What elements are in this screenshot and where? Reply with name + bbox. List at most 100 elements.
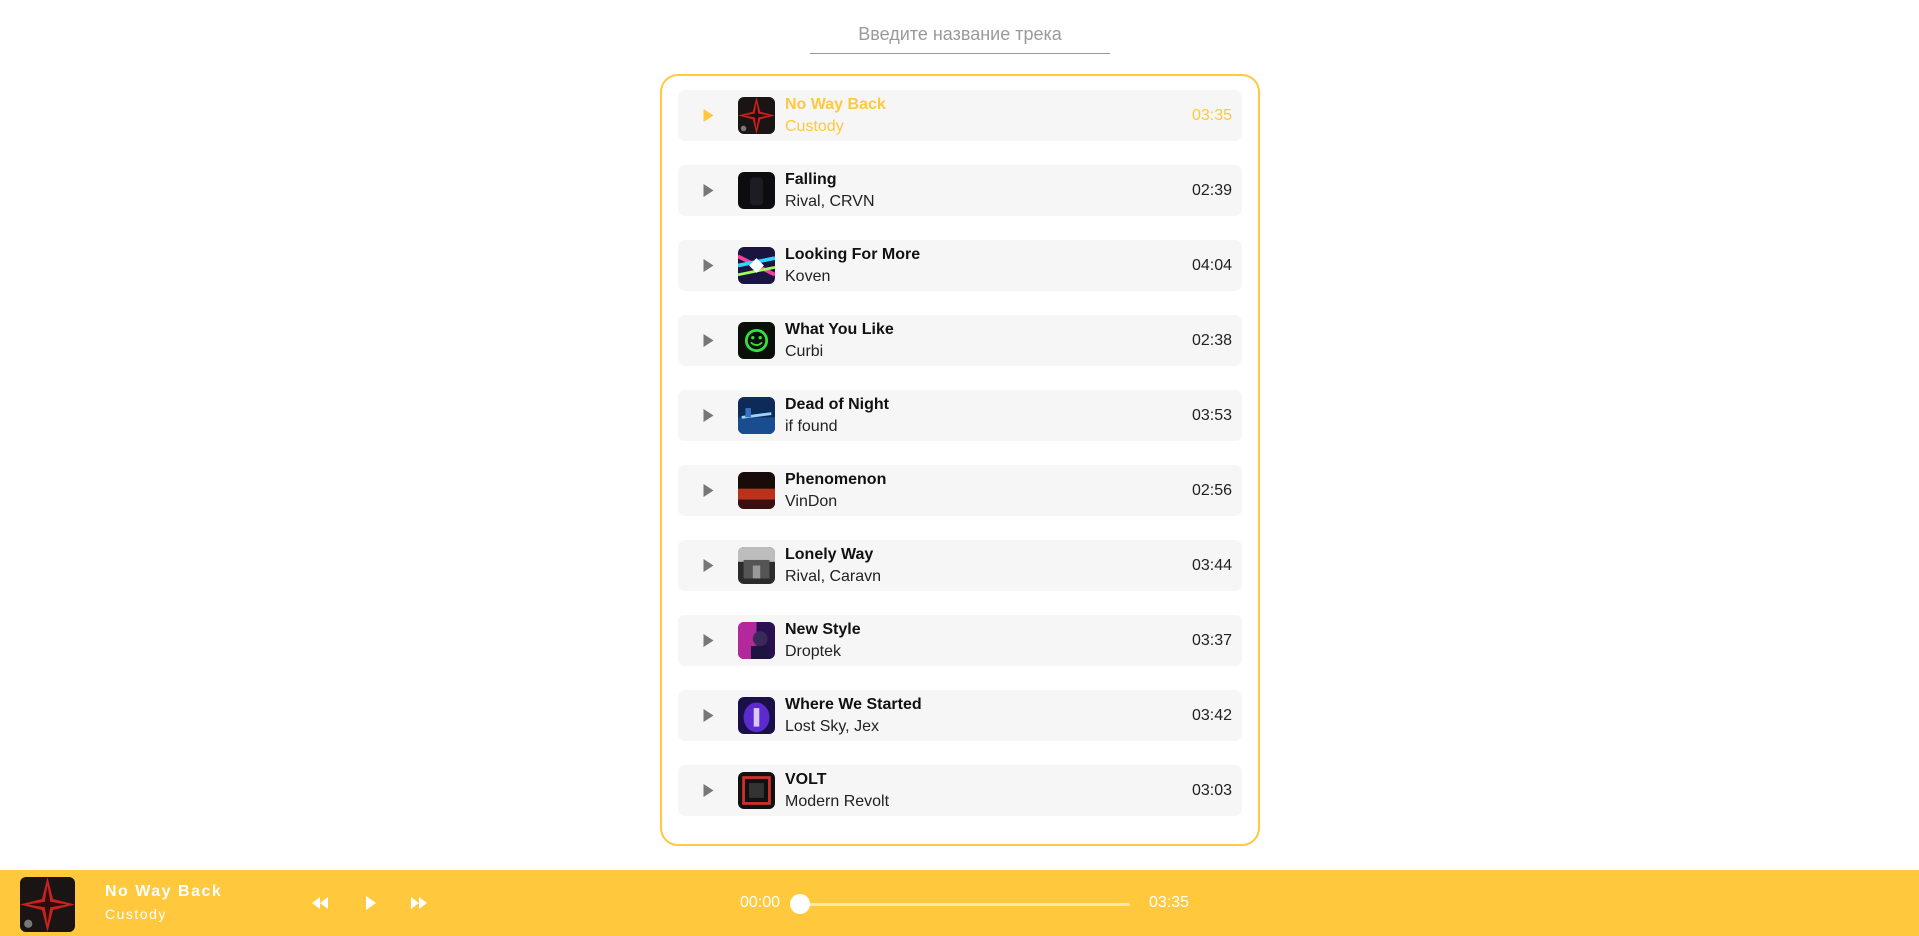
track-title: Dead of Night [785, 395, 889, 413]
track-artist: Rival, CRVN [785, 192, 875, 210]
purple-figure-cover-icon [738, 697, 775, 734]
track-row[interactable]: VOLT Modern Revolt 03:03 [678, 765, 1242, 816]
track-title: Phenomenon [785, 470, 887, 488]
track-title: New Style [785, 620, 861, 638]
play-icon [366, 896, 376, 910]
track-row[interactable]: New Style Droptek 03:37 [678, 615, 1242, 666]
track-info: What You Like Curbi [785, 319, 1192, 363]
dark-figure-cover-icon [738, 172, 775, 209]
track-row[interactable]: Where We Started Lost Sky, Jex 03:42 [678, 690, 1242, 741]
track-duration: 02:38 [1191, 331, 1232, 349]
track-artist: Rival, Caravn [785, 567, 882, 585]
fast-forward-icon [411, 897, 427, 909]
green-smiley-cover-icon [738, 322, 775, 359]
track-row[interactable]: No Way Back Custody 03:35 [678, 90, 1242, 141]
track-title: Looking For More [785, 245, 921, 263]
track-duration: 03:44 [1191, 556, 1232, 574]
track-cover [738, 397, 775, 434]
play-icon [703, 559, 713, 572]
track-info: Where We Started Lost Sky, Jex [785, 694, 1192, 738]
track-cover [738, 772, 775, 809]
track-row[interactable]: What You Like Curbi 02:38 [678, 315, 1242, 366]
total-time: 03:35 [1149, 894, 1190, 911]
track-duration: 02:39 [1191, 181, 1232, 199]
now-playing-title: No Way Back [105, 883, 223, 900]
red-cross-cover-icon [738, 97, 775, 134]
player-bar: No Way Back Custody 00:00 03:35 [0, 870, 1919, 936]
grey-street-cover-icon [738, 547, 775, 584]
track-play-button[interactable] [678, 465, 738, 516]
track-info: Falling Rival, CRVN [785, 169, 1192, 213]
play-icon [703, 634, 713, 647]
play-icon [703, 409, 713, 422]
track-cover [738, 97, 775, 134]
seek-bar[interactable] [790, 894, 1130, 914]
track-play-button[interactable] [678, 90, 738, 141]
track-artist: Curbi [785, 342, 824, 360]
track-info: Dead of Night if found [785, 394, 1192, 438]
track-info: New Style Droptek [785, 619, 1192, 663]
search-box [810, 20, 1110, 54]
track-duration: 04:04 [1191, 256, 1232, 274]
play-icon [703, 184, 713, 197]
track-row[interactable]: Dead of Night if found 03:53 [678, 390, 1242, 441]
red-frame-cover-icon [738, 772, 775, 809]
track-artist: VinDon [785, 492, 838, 510]
play-button[interactable] [359, 892, 383, 914]
play-icon [703, 334, 713, 347]
track-play-button[interactable] [678, 615, 738, 666]
track-title: Falling [785, 170, 837, 188]
track-play-button[interactable] [678, 390, 738, 441]
play-icon [703, 709, 713, 722]
red-cross-cover-icon [20, 877, 75, 932]
track-row[interactable]: Phenomenon VinDon 02:56 [678, 465, 1242, 516]
track-play-button[interactable] [678, 315, 738, 366]
seek-knob[interactable] [790, 894, 810, 914]
track-title: Where We Started [785, 695, 922, 713]
track-cover [738, 622, 775, 659]
play-icon [703, 259, 713, 272]
track-row[interactable]: Falling Rival, CRVN 02:39 [678, 165, 1242, 216]
track-duration: 02:56 [1191, 481, 1232, 499]
track-play-button[interactable] [678, 765, 738, 816]
track-duration: 03:42 [1191, 706, 1232, 724]
search-input[interactable] [810, 20, 1110, 53]
track-artist: Droptek [785, 642, 842, 660]
rainbow-diamond-cover-icon [738, 247, 775, 284]
track-row[interactable]: Looking For More Koven 04:04 [678, 240, 1242, 291]
now-playing-artist: Custody [105, 906, 167, 922]
track-artist: if found [785, 417, 838, 435]
track-cover [738, 322, 775, 359]
track-list: No Way Back Custody 03:35 Falling Rival, CRV… [660, 74, 1260, 846]
track-info: Looking For More Koven [785, 244, 1192, 288]
track-duration: 03:53 [1191, 406, 1232, 424]
track-title: What You Like [785, 320, 894, 338]
current-time: 00:00 [740, 894, 781, 911]
track-title: No Way Back [785, 95, 886, 113]
track-info: Lonely Way Rival, Caravn [785, 544, 1192, 588]
track-cover [738, 472, 775, 509]
fast-forward-button[interactable] [407, 892, 431, 914]
track-play-button[interactable] [678, 540, 738, 591]
track-duration: 03:03 [1191, 781, 1232, 799]
track-play-button[interactable] [678, 690, 738, 741]
track-title: Lonely Way [785, 545, 874, 563]
track-cover [738, 547, 775, 584]
track-play-button[interactable] [678, 240, 738, 291]
red-landscape-cover-icon [738, 472, 775, 509]
track-play-button[interactable] [678, 165, 738, 216]
now-playing-cover [20, 877, 75, 932]
track-artist: Custody [785, 117, 844, 135]
track-artist: Koven [785, 267, 831, 285]
track-artist: Lost Sky, Jex [785, 717, 879, 735]
track-info: Phenomenon VinDon [785, 469, 1192, 513]
track-cover [738, 172, 775, 209]
rewind-icon [312, 897, 328, 909]
track-cover [738, 247, 775, 284]
track-cover [738, 697, 775, 734]
track-row[interactable]: Lonely Way Rival, Caravn 03:44 [678, 540, 1242, 591]
rewind-button[interactable] [308, 892, 332, 914]
track-info: No Way Back Custody [785, 94, 1192, 138]
track-info: VOLT Modern Revolt [785, 769, 1192, 813]
play-icon [703, 484, 713, 497]
